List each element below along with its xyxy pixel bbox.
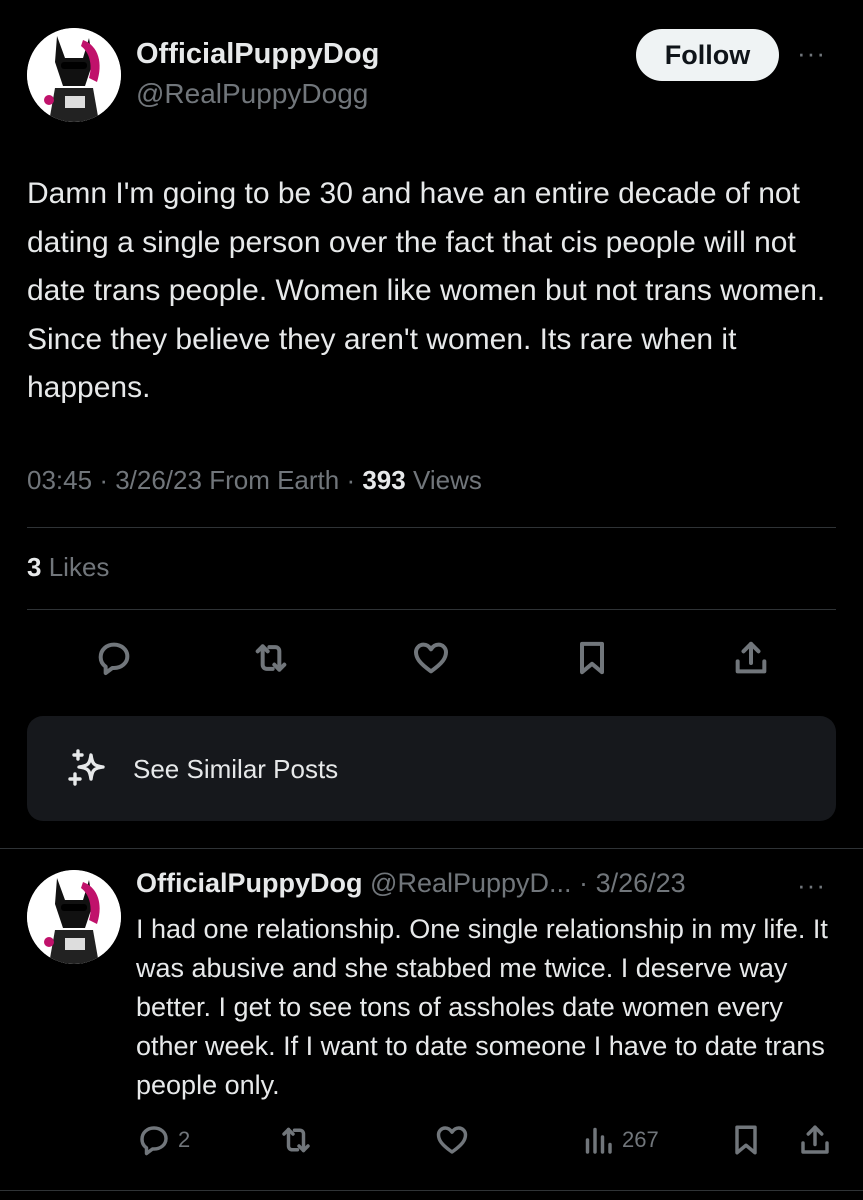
divider [27, 527, 836, 528]
reply-icon [140, 1126, 168, 1156]
share-icon [801, 1125, 829, 1154]
author-handle[interactable]: @RealPuppyDogg [136, 78, 368, 110]
avatar-illustration [27, 28, 121, 122]
reply-text: I had one relationship. One single relat… [136, 914, 828, 1100]
author-display-name[interactable]: OfficialPuppyDog [136, 38, 379, 71]
post-time[interactable]: 03:45 [27, 465, 92, 495]
reply-reply-button[interactable]: 2 [136, 1122, 190, 1158]
likes-label: Likes [48, 552, 110, 582]
reply-author-handle[interactable]: @RealPuppyD... [370, 868, 572, 898]
reply-repost-button[interactable] [278, 1122, 314, 1158]
bookmark-button[interactable] [570, 636, 614, 680]
post-text: Damn I'm going to be 30 and have an enti… [27, 177, 826, 404]
reply-author-avatar[interactable] [27, 870, 121, 964]
like-button[interactable] [409, 636, 453, 680]
post-metadata: 03:45 · 3/26/23 From Earth · 393 Views [27, 465, 482, 495]
views-count: 393 [362, 465, 406, 495]
see-similar-posts-card[interactable]: See Similar Posts [27, 716, 836, 821]
views-icon [585, 1127, 612, 1154]
reply-like-button[interactable] [434, 1122, 470, 1158]
repost-button[interactable] [249, 636, 293, 680]
share-button[interactable] [729, 636, 773, 680]
reply-bookmark-button[interactable] [728, 1122, 764, 1158]
bookmark-icon [580, 641, 604, 675]
reply-button[interactable] [92, 636, 136, 680]
like-icon [436, 1126, 468, 1154]
views-label: Views [412, 465, 482, 495]
divider [0, 1190, 863, 1191]
reply-more-options-icon[interactable]: ··· [797, 870, 826, 901]
share-icon [735, 641, 767, 674]
divider [0, 848, 863, 849]
reply-author-display-name[interactable]: OfficialPuppyDog [136, 868, 363, 898]
bookmark-icon [735, 1125, 757, 1155]
follow-button[interactable]: Follow [636, 29, 779, 81]
reply-date[interactable]: 3/26/23 [596, 868, 686, 898]
reply-count: 2 [178, 1127, 191, 1152]
author-avatar[interactable] [27, 28, 121, 122]
likes-count: 3 [27, 552, 42, 582]
sparkle-icon [68, 749, 105, 786]
post-date[interactable]: 3/26/23 [115, 465, 202, 495]
more-options-icon[interactable]: ··· [797, 38, 826, 69]
likes-summary[interactable]: 3 Likes [27, 552, 109, 583]
reply-share-button[interactable] [797, 1122, 833, 1158]
repost-icon [282, 1127, 310, 1153]
post-source: From Earth [209, 465, 340, 495]
avatar-illustration [27, 870, 121, 964]
reply-separator: · [579, 868, 589, 898]
repost-icon [255, 644, 287, 672]
reply-views-count: 267 [622, 1127, 659, 1152]
reply-icon [98, 642, 130, 675]
divider [27, 609, 836, 610]
reply-views-button[interactable]: 267 [580, 1122, 659, 1158]
see-similar-posts-label: See Similar Posts [133, 754, 339, 784]
like-icon [414, 642, 448, 674]
reply-header: OfficialPuppyDog @RealPuppyD... · 3/26/2… [136, 868, 686, 899]
